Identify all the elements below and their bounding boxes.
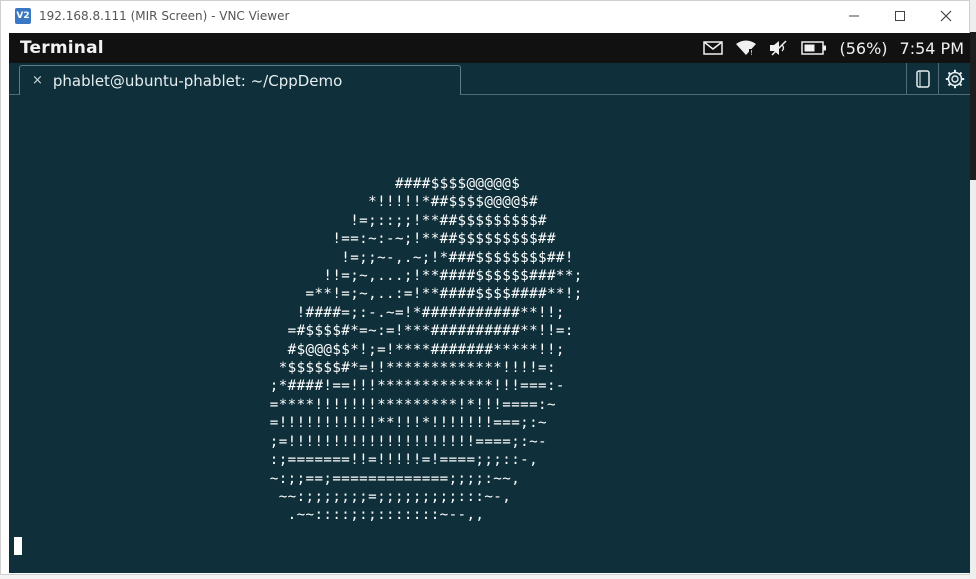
volume-muted-icon[interactable] <box>769 40 789 56</box>
new-tab-icon <box>915 69 930 88</box>
ascii-line: ;=!!!!!!!!!!!!!!!!!!!!!====;:~- <box>234 433 547 450</box>
battery-percentage: (56%) <box>839 38 888 58</box>
ascii-line: ####$$$$@@@@@$ <box>234 176 521 192</box>
wifi-icon[interactable]: ! <box>735 40 757 56</box>
terminal-cursor <box>14 537 22 555</box>
terminal-tab[interactable]: × phablet@ubuntu-phablet: ~/CppDemo <box>19 65 461 95</box>
ascii-line: !=;;~-,.~;!*###$$$$$$$$##! <box>234 249 574 266</box>
remote-screen[interactable]: Terminal ! (56%) 7:54 PM × phablet@ubunt… <box>9 33 970 573</box>
tab-label: phablet@ubuntu-phablet: ~/CppDemo <box>52 71 343 90</box>
vnc-titlebar[interactable]: V2 192.168.8.111 (MIR Screen) - VNC View… <box>1 1 969 31</box>
tab-actions <box>906 63 970 94</box>
maximize-button[interactable] <box>877 1 923 31</box>
ascii-line: !####=;:-.~=!*###########**!!; <box>234 304 565 321</box>
battery-icon[interactable] <box>801 41 827 55</box>
window-controls <box>831 1 969 31</box>
gear-icon <box>945 69 964 88</box>
window-title: 192.168.8.111 (MIR Screen) - VNC Viewer <box>39 9 290 23</box>
ascii-line: =**!=;~,..:=!**####$$$$####**!; <box>234 286 583 303</box>
background-window-edge <box>969 32 976 180</box>
clock[interactable]: 7:54 PM <box>900 39 964 58</box>
minimize-icon <box>849 15 859 17</box>
ascii-line: =#$$$$#*=~:=!***##########**!!=: <box>234 323 574 340</box>
ascii-line: !!=;~,...;!**####$$$$$$###**; <box>234 268 583 285</box>
ascii-line: .~~::::;:;:::::::~--,, <box>234 507 485 524</box>
ascii-line: =!!!!!!!!!!!**!!!*!!!!!!!===;:~ <box>234 415 547 432</box>
vnc-viewer-window: V2 192.168.8.111 (MIR Screen) - VNC View… <box>0 0 970 575</box>
envelope-icon[interactable] <box>703 41 724 55</box>
ascii-line: !==:~:-~;!**##$$$$$$$$$## <box>234 231 556 248</box>
ascii-line: #$@@@$$*!;=!****#######*****!!; <box>234 341 565 358</box>
ascii-line: :;=======!!=!!!!!=!====;;;::-, <box>234 452 539 469</box>
ascii-line: ~:;;==;=============;;;;:~~, <box>234 470 521 487</box>
maximize-icon <box>895 11 905 21</box>
tab-close-icon[interactable]: × <box>32 73 43 88</box>
ascii-line: !=;::;;!**##$$$$$$$$$# <box>234 212 547 229</box>
settings-button[interactable] <box>938 63 970 94</box>
ascii-line: *$$$$$$#*=!!*************!!!!=: <box>234 360 556 377</box>
new-tab-button[interactable] <box>906 63 938 94</box>
minimize-button[interactable] <box>831 1 877 31</box>
ascii-line: ;*####!==!!!*************!!!===:- <box>234 378 565 395</box>
close-icon <box>940 10 952 22</box>
vnc-logo-icon: V2 <box>15 8 31 24</box>
close-button[interactable] <box>923 1 969 31</box>
app-title: Terminal <box>20 38 104 58</box>
tab-bar: × phablet@ubuntu-phablet: ~/CppDemo <box>9 63 970 95</box>
terminal-output[interactable]: ####$$$$@@@@@$ *!!!!!*##$$$$@@@@$# !=;::… <box>9 95 970 573</box>
svg-text:!: ! <box>750 49 753 56</box>
ascii-art-output: ####$$$$@@@@@$ *!!!!!*##$$$$@@@@$# !=;::… <box>234 175 583 525</box>
indicator-area[interactable]: ! (56%) 7:54 PM <box>703 33 964 63</box>
ascii-line: =****!!!!!!!*********!*!!!====:~ <box>234 396 556 413</box>
top-panel: Terminal ! (56%) 7:54 PM <box>9 33 970 63</box>
ascii-line: *!!!!!*##$$$$@@@@$# <box>234 194 539 211</box>
ascii-line: ~~:;;;;;;;=;;;;;;;;;:::~-, <box>234 488 512 505</box>
